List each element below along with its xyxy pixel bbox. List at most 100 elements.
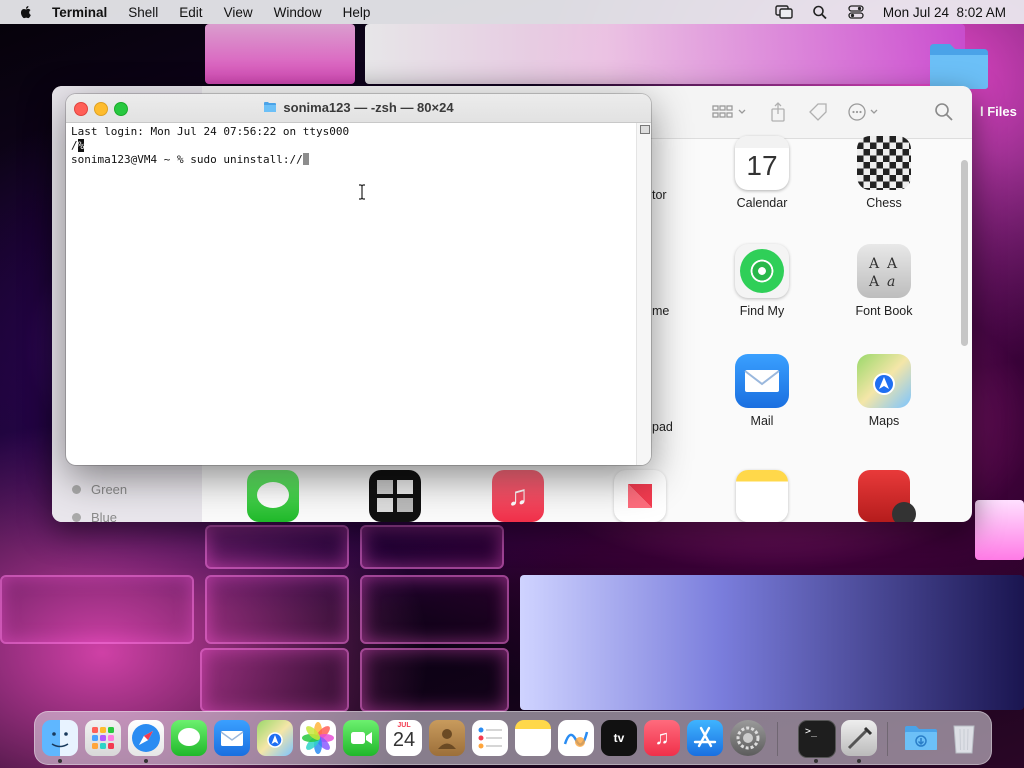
svg-text:A: A — [868, 256, 880, 272]
app-font-book[interactable]: AAAa Font Book — [834, 244, 934, 318]
svg-text:a: a — [887, 274, 895, 290]
terminal-line: Last login: Mon Jul 24 07:56:22 on ttys0… — [71, 125, 350, 138]
terminal-title: sonima123 — -zsh — 80×24 — [66, 100, 651, 115]
safari-icon[interactable] — [128, 720, 164, 756]
apple-menu-icon[interactable] — [18, 4, 34, 20]
app-find-my[interactable]: Find My — [712, 244, 812, 318]
maps-icon[interactable] — [257, 720, 293, 756]
freeform-icon[interactable] — [558, 720, 594, 756]
mission-control-icon[interactable] — [369, 470, 421, 522]
menu-edit[interactable]: Edit — [179, 5, 202, 20]
search-icon[interactable] — [811, 5, 829, 19]
photos-icon[interactable] — [300, 720, 336, 756]
menu-bar: Terminal Shell Edit View Window Help Mon… — [0, 0, 1024, 24]
app-chess[interactable]: Chess — [834, 136, 934, 210]
wallpaper-tile — [205, 575, 349, 644]
terminal-window[interactable]: sonima123 — -zsh — 80×24 Last login: Mon… — [66, 94, 651, 465]
tag-dot-icon — [72, 513, 81, 522]
launchpad-icon[interactable] — [85, 720, 121, 756]
wallpaper-tile — [360, 525, 504, 569]
messages-icon[interactable] — [247, 470, 299, 522]
ibeam-cursor-icon — [359, 184, 365, 200]
app-calendar[interactable]: 17 Calendar — [712, 136, 812, 210]
notes-icon[interactable] — [515, 720, 551, 756]
calendar-day: 24 — [392, 729, 416, 751]
app-label-partial: tor — [652, 188, 667, 202]
reminders-icon[interactable] — [472, 720, 508, 756]
mail-icon[interactable] — [214, 720, 250, 756]
app-label-partial: me — [652, 304, 670, 318]
running-indicator — [58, 759, 62, 763]
running-indicator — [857, 759, 861, 763]
wallpaper-tile — [200, 648, 349, 712]
home-folder-icon — [264, 102, 277, 112]
contacts-icon[interactable] — [429, 720, 465, 756]
maps-icon — [857, 354, 911, 408]
music-icon[interactable]: ♫ — [644, 720, 680, 756]
menu-extras: Mon Jul 24 8:02 AM — [775, 0, 1006, 24]
terminal-titlebar[interactable]: sonima123 — -zsh — 80×24 — [66, 94, 651, 123]
wallpaper-tile — [360, 575, 509, 644]
terminal-scrollbar[interactable] — [636, 123, 651, 465]
wallpaper-tile — [0, 575, 194, 644]
app-store-icon[interactable] — [687, 720, 723, 756]
wallpaper-glow — [520, 575, 1024, 710]
calendar-month: JUL — [397, 722, 411, 729]
news-icon[interactable] — [614, 470, 666, 522]
calendar-icon[interactable]: JUL 24 — [386, 720, 422, 756]
app-label: Mail — [750, 414, 774, 428]
system-settings-icon[interactable] — [730, 720, 766, 756]
more-actions-icon[interactable] — [847, 102, 885, 122]
view-options-icon[interactable] — [712, 102, 750, 122]
wallpaper-tile — [205, 525, 349, 569]
terminal-prompt-line[interactable]: sonima123@VM4 ~ % sudo uninstall:// — [71, 153, 632, 167]
wallpaper-glow — [975, 500, 1024, 560]
partial-line-marker: % — [77, 139, 85, 152]
app-label: Font Book — [855, 304, 913, 318]
tag-dot-icon — [72, 485, 81, 494]
dock-separator — [887, 722, 888, 756]
script-editor-icon[interactable] — [841, 720, 877, 756]
menu-window[interactable]: Window — [274, 5, 322, 20]
terminal-icon[interactable]: >_ — [798, 720, 836, 758]
search-icon[interactable] — [933, 102, 955, 122]
screen-mirroring-icon[interactable] — [775, 5, 793, 19]
split-pane-icon[interactable] — [640, 125, 650, 134]
downloads-folder-icon[interactable] — [903, 720, 939, 756]
app-label: Chess — [866, 196, 902, 210]
menu-help[interactable]: Help — [343, 5, 371, 20]
tag-label: Green — [91, 482, 128, 497]
share-icon[interactable] — [767, 102, 789, 122]
tag-icon[interactable] — [807, 102, 829, 122]
menu-shell[interactable]: Shell — [128, 5, 158, 20]
desktop-folder-icon[interactable] — [928, 40, 990, 90]
running-indicator — [814, 759, 818, 763]
photo-booth-icon[interactable] — [858, 470, 916, 522]
notes-icon[interactable] — [736, 470, 788, 522]
svg-text:A: A — [886, 256, 898, 272]
apple-tv-icon[interactable]: tv — [601, 720, 637, 756]
trash-icon[interactable] — [946, 720, 982, 756]
mail-icon — [735, 354, 789, 408]
menu-app-name[interactable]: Terminal — [52, 5, 107, 20]
messages-icon[interactable] — [171, 720, 207, 756]
calendar-day: 17 — [746, 150, 778, 181]
sidebar-tag-green[interactable]: Green — [72, 482, 127, 497]
terminal-output[interactable]: Last login: Mon Jul 24 07:56:22 on ttys0… — [66, 123, 637, 465]
control-center-icon[interactable] — [847, 5, 865, 19]
chess-icon — [857, 136, 911, 190]
text-cursor — [302, 153, 309, 165]
facetime-icon[interactable] — [343, 720, 379, 756]
find-my-icon — [735, 244, 789, 298]
app-mail[interactable]: Mail — [712, 354, 812, 428]
menu-clock[interactable]: Mon Jul 24 8:02 AM — [883, 5, 1006, 20]
finder-icon[interactable] — [42, 720, 78, 756]
sidebar-tag-blue[interactable]: Blue — [72, 510, 117, 522]
menu-view[interactable]: View — [224, 5, 253, 20]
dock-separator — [777, 722, 778, 756]
music-icon[interactable]: ♫ — [492, 470, 544, 522]
terminal-title-text: sonima123 — -zsh — 80×24 — [283, 100, 454, 115]
desktop-folder-label[interactable]: l Files — [980, 104, 1017, 119]
finder-scrollbar[interactable] — [961, 160, 968, 346]
app-maps[interactable]: Maps — [834, 354, 934, 428]
